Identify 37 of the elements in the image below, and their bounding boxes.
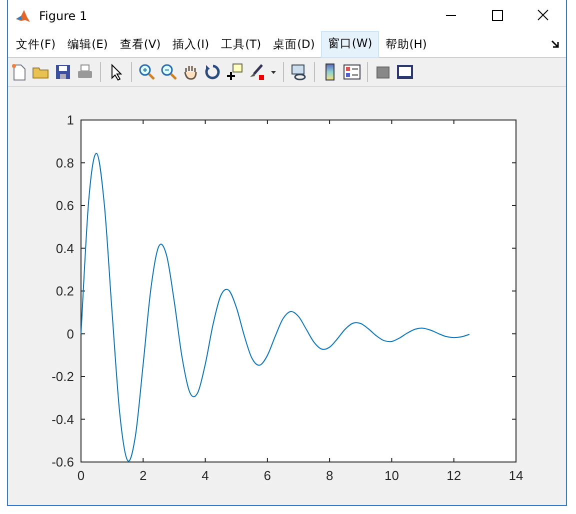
x-tick-label: 12 <box>446 468 462 483</box>
menu-item[interactable]: 帮助(H) <box>379 32 433 57</box>
window-title: Figure 1 <box>39 9 88 23</box>
x-tick-label: 14 <box>508 468 524 483</box>
save-icon[interactable] <box>54 63 72 81</box>
x-tick-label: 8 <box>326 468 334 483</box>
menu-item[interactable]: 查看(V) <box>114 32 167 57</box>
y-tick-label: 0.6 <box>56 198 74 213</box>
brush-icon[interactable] <box>248 63 266 81</box>
x-tick-label: 4 <box>202 468 209 483</box>
data-cursor-icon[interactable] <box>226 63 244 81</box>
menu-item[interactable]: 编辑(E) <box>62 32 114 57</box>
y-tick-label: 1 <box>66 112 74 128</box>
x-tick-label: 6 <box>264 468 272 483</box>
y-tick-label: -0.6 <box>52 454 74 470</box>
y-tick-label: 0.2 <box>56 284 74 298</box>
y-tick-label: 0 <box>66 326 74 342</box>
new-file-icon[interactable] <box>10 63 28 81</box>
show-tools-icon[interactable] <box>396 63 414 81</box>
y-tick-label: 0.8 <box>56 155 74 170</box>
menu-item[interactable]: 文件(F) <box>10 32 62 57</box>
zoom-out-icon[interactable] <box>160 63 178 81</box>
x-tick-label: 2 <box>140 468 147 483</box>
x-tick-label: 10 <box>384 468 399 483</box>
zoom-in-icon[interactable] <box>138 63 156 81</box>
menu-item[interactable]: 插入(I) <box>166 32 216 57</box>
y-tick-label: -0.2 <box>52 369 74 384</box>
menu-item[interactable]: 工具(T) <box>215 32 268 57</box>
menu-item[interactable]: 桌面(D) <box>267 32 321 57</box>
y-tick-label: 0.4 <box>56 240 74 256</box>
y-tick-label: -0.4 <box>52 412 74 427</box>
x-tick-label: 0 <box>77 468 85 483</box>
menu-item[interactable]: 窗口(W) <box>320 31 380 58</box>
printer-icon[interactable] <box>76 63 94 81</box>
legend-icon[interactable] <box>343 63 361 81</box>
dock-arrow-icon[interactable] <box>551 40 560 49</box>
rotate-icon[interactable] <box>204 63 222 81</box>
